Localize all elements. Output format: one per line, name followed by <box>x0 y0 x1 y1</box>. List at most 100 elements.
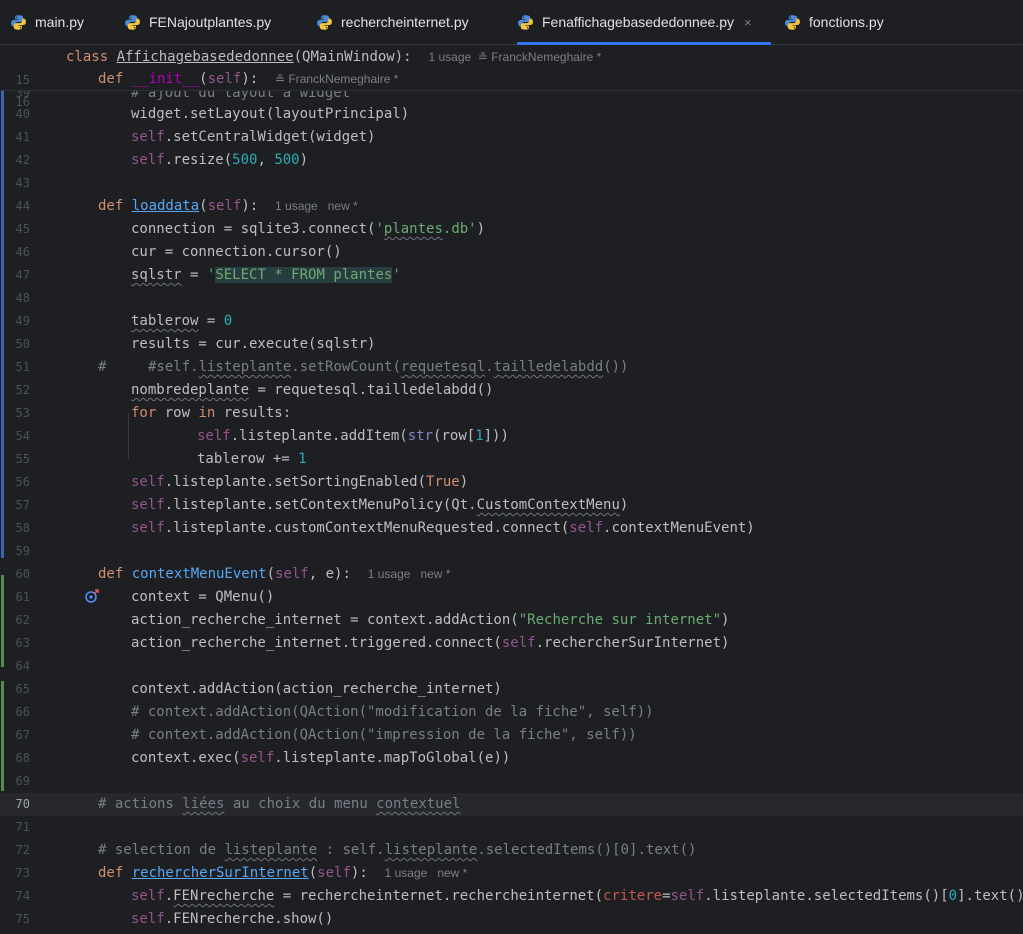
line-number: 56 <box>15 475 30 489</box>
self-keyword: self <box>207 198 242 214</box>
code-text[interactable]: context = QMenu() <box>131 586 274 609</box>
code-text[interactable]: class Affichagebasededonnee(QMainWindow)… <box>66 46 601 69</box>
code-text[interactable]: action_recherche_internet.triggered.conn… <box>131 632 729 655</box>
code-text[interactable]: connection = sqlite3.connect('plantes.db… <box>131 218 485 241</box>
line-number: 42 <box>15 153 30 167</box>
line-number: 53 <box>15 406 30 420</box>
code-text[interactable]: for row in results: <box>131 402 291 425</box>
comment-fragment: listeplante <box>384 842 478 858</box>
usage-hint[interactable]: 1 usage new * <box>275 199 358 213</box>
usage-hint[interactable]: 1 usage new * <box>385 866 468 880</box>
usage-hint[interactable]: 1 usage new * <box>368 567 451 581</box>
code-line: 40 widget.setLayout(layoutPrincipal) <box>0 103 1023 126</box>
code-text[interactable]: self.FENrecherche.show() <box>131 908 333 931</box>
code-fragment: ) <box>476 221 486 237</box>
line-number: 49 <box>15 314 30 328</box>
code-text[interactable]: def loaddata(self): 1 usage new * <box>98 195 358 218</box>
close-tab-icon[interactable]: × <box>744 15 752 30</box>
code-fragment: ): <box>241 198 259 214</box>
code-line: 16 def __init__(self): ≗ FranckNemeghair… <box>0 68 1023 109</box>
line-number: 44 <box>15 199 30 213</box>
code-text[interactable]: def contextMenuEvent(self, e): 1 usage n… <box>98 563 450 586</box>
parameter: e <box>325 566 335 582</box>
python-file-icon <box>784 14 801 31</box>
code-fragment: .resize( <box>164 152 233 168</box>
keyword: in <box>198 405 224 421</box>
self-keyword: self <box>131 497 165 513</box>
line-number: 65 <box>15 682 30 696</box>
comment[interactable]: # context.addAction(QAction("impression … <box>131 724 637 747</box>
self-keyword: self <box>670 888 705 904</box>
tab-main-py[interactable]: main.py <box>10 0 84 44</box>
python-file-icon <box>10 14 27 31</box>
comment[interactable]: # context.addAction(QAction("modificatio… <box>131 701 654 724</box>
code-text[interactable]: self.resize(500, 500) <box>131 149 308 172</box>
code-text[interactable]: tablerow = 0 <box>131 310 232 333</box>
comment-hash[interactable]: # <box>98 356 106 379</box>
method-name[interactable]: contextMenuEvent <box>132 566 267 582</box>
code-fragment: context.exec( <box>131 750 241 766</box>
code-text[interactable]: nombredeplante = requetesql.tailledelabd… <box>131 379 493 402</box>
code-text[interactable]: self.setCentralWidget(widget) <box>131 126 375 149</box>
self-keyword: self <box>569 520 604 536</box>
code-fragment: .listeplante.customContextMenuRequested.… <box>164 520 570 536</box>
code-text[interactable]: self.FENrecherche = rechercheinternet.re… <box>131 885 1023 908</box>
method-name[interactable]: rechercherSurInternet <box>132 865 309 881</box>
code-text[interactable]: sqlstr = 'SELECT * FROM plantes' <box>131 264 401 287</box>
code-text[interactable]: cur = connection.cursor() <box>131 241 342 264</box>
keyword-argument: critere <box>603 888 663 904</box>
code-fragment: ): <box>241 71 259 87</box>
method-name[interactable]: __init__ <box>132 71 199 87</box>
code-text[interactable]: self.listeplante.setContextMenuPolicy(Qt… <box>131 494 628 517</box>
comment[interactable]: #self.listeplante.setRowCount(requetesql… <box>148 356 628 379</box>
code-fragment: ( <box>199 71 208 87</box>
class-name[interactable]: Affichagebasededonnee <box>117 49 294 65</box>
python-file-icon <box>124 14 141 31</box>
line-number: 52 <box>15 383 30 397</box>
code-line: 69 <box>0 770 1023 811</box>
code-fragment: action_recherche_internet = context.addA… <box>131 612 519 628</box>
code-editor[interactable]: 39 # ajout du layout à widget 40 widget.se… <box>0 91 1023 934</box>
code-text[interactable]: context.exec(self.listeplante.mapToGloba… <box>131 747 510 770</box>
intention-bulb-icon[interactable] <box>74 772 138 811</box>
code-fragment: ].text()) <box>957 888 1023 904</box>
code-text[interactable]: def rechercherSurInternet(self): 1 usage… <box>98 862 467 885</box>
keyword: class <box>66 49 117 65</box>
code-text[interactable]: self.listeplante.setSortingEnabled(True) <box>131 471 468 494</box>
line-number: 63 <box>15 636 30 650</box>
code-text[interactable]: action_recherche_internet = context.addA… <box>131 609 729 632</box>
comment[interactable]: # selection de listeplante : self.listep… <box>98 839 696 862</box>
self-keyword: self <box>197 428 231 444</box>
usage-hint[interactable]: 1 usage ≗ FranckNemeghaire * <box>428 50 601 64</box>
tab-label: fonctions.py <box>809 14 884 30</box>
tab-rechercheinternet-py[interactable]: rechercheinternet.py <box>316 0 469 44</box>
code-fragment: ): <box>350 865 368 881</box>
override-implemented-icon[interactable] <box>33 565 99 603</box>
line-number: 66 <box>15 705 30 719</box>
code-text[interactable]: context.addAction(action_recherche_inter… <box>131 678 502 701</box>
code-text[interactable]: results = cur.execute(sqlstr) <box>131 333 375 356</box>
editor-tab-bar: main.py FENajoutplantes.py rechercheinte… <box>0 0 1023 45</box>
code-fragment: . <box>164 888 174 904</box>
sql-injection: SELECT * FROM plantes <box>215 267 393 283</box>
method-name[interactable]: loaddata <box>132 198 199 214</box>
self-keyword: self <box>317 865 351 881</box>
comment-fragment: requetesql <box>400 359 486 375</box>
code-text[interactable]: widget.setLayout(layoutPrincipal) <box>131 103 409 126</box>
code-text[interactable]: self.listeplante.addItem(str(row[1])) <box>197 425 509 448</box>
comment[interactable]: # actions liées au choix du menu context… <box>98 793 460 816</box>
tab-fonctions-py[interactable]: fonctions.py <box>784 0 884 44</box>
keyword: def <box>98 198 132 214</box>
code-text[interactable]: def __init__(self): ≗ FranckNemeghaire * <box>98 68 398 91</box>
code-fragment: = <box>662 888 671 904</box>
code-text[interactable]: tablerow += 1 <box>197 448 307 471</box>
string-literal: "Recherche sur internet" <box>518 612 722 628</box>
code-text[interactable]: self.listeplante.customContextMenuReques… <box>131 517 755 540</box>
code-line: 61 context = QMenu() <box>0 586 1023 609</box>
code-line: 41 self.setCentralWidget(widget) <box>0 126 1023 149</box>
author-hint[interactable]: ≗ FranckNemeghaire * <box>275 72 398 86</box>
tab-label: FENajoutplantes.py <box>149 14 272 30</box>
comment-fragment: au choix du menu <box>224 796 377 812</box>
tab-fenajoutplantes-py[interactable]: FENajoutplantes.py <box>124 0 271 44</box>
tab-fenaffichagebasededonnee-py[interactable]: Fenaffichagebasededonnee.py × <box>517 0 771 45</box>
